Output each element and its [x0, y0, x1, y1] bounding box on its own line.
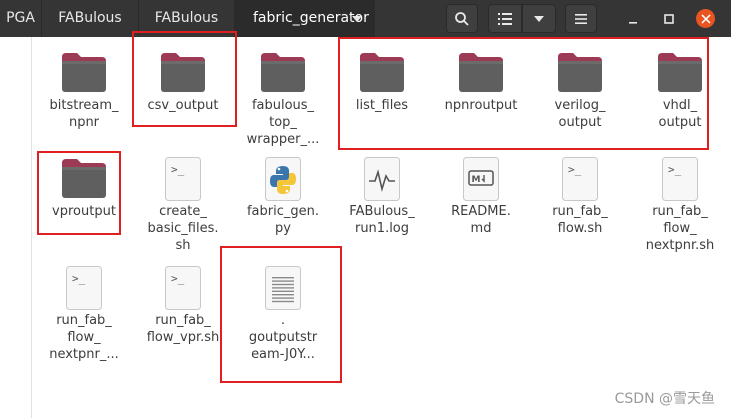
file-item-label: FABulous_ run1.log: [349, 204, 415, 236]
file-item-label: vproutput: [52, 204, 116, 219]
terminal-script-icon: >_: [164, 265, 202, 315]
file-item-label: list_files: [355, 98, 409, 113]
folder-icon: [656, 51, 704, 97]
python-file-icon: [264, 156, 302, 206]
file-item[interactable]: . goutputstr eam-J0Y...: [233, 266, 333, 366]
breadcrumb-item-3[interactable]: FABulous: [139, 0, 235, 37]
file-item[interactable]: npnroutput: [431, 51, 531, 151]
chevron-down-icon[interactable]: [352, 16, 362, 22]
terminal-script-icon: >_: [65, 265, 103, 315]
breadcrumb-item-2[interactable]: FABulous: [42, 0, 139, 37]
folder-icon: [60, 51, 108, 97]
breadcrumb-item-1[interactable]: PGA: [0, 0, 42, 37]
folder-icon: [60, 157, 108, 203]
list-view-icon: [498, 12, 512, 25]
file-item[interactable]: fabulous_ top_ wrapper_...: [233, 51, 333, 151]
minimize-button[interactable]: [618, 0, 648, 37]
folder-icon: [259, 51, 307, 97]
breadcrumb-label: FABulous: [154, 10, 219, 26]
svg-text:>_: >_: [668, 163, 682, 176]
list-view-button[interactable]: [488, 4, 522, 33]
terminal-script-icon: >_: [561, 156, 599, 206]
file-item-label: . goutputstr eam-J0Y...: [248, 313, 318, 362]
file-item-label: vhdl_ output: [658, 98, 702, 130]
file-item-label: npnroutput: [444, 98, 518, 113]
breadcrumb-current[interactable]: fabric_generator: [235, 0, 375, 37]
close-button[interactable]: [690, 0, 724, 37]
file-item[interactable]: >_ run_fab_ flow_vpr.sh: [133, 266, 233, 366]
search-button[interactable]: [446, 4, 478, 33]
file-item[interactable]: >_ run_fab_ flow_ nextpnr_...: [34, 266, 134, 366]
folder-icon: [457, 51, 505, 97]
svg-text:M: M: [472, 175, 481, 185]
file-item[interactable]: vproutput: [34, 157, 134, 257]
file-item-label: fabulous_ top_ wrapper_...: [246, 98, 320, 147]
sidebar-divider: [31, 37, 32, 418]
terminal-script-icon: >_: [661, 156, 699, 206]
svg-text:>_: >_: [171, 272, 185, 285]
view-options-button[interactable]: [522, 4, 556, 33]
text-file-icon: [264, 265, 302, 315]
file-item-label: README. md: [451, 204, 511, 236]
file-item-label: create_ basic_files. sh: [147, 204, 219, 253]
file-item-label: run_fab_ flow_ nextpnr.sh: [645, 204, 715, 253]
file-item-label: run_fab_ flow.sh: [552, 204, 608, 236]
maximize-icon: [664, 13, 674, 24]
folder-icon: [358, 51, 406, 97]
file-item[interactable]: list_files: [332, 51, 432, 151]
svg-text:>_: >_: [568, 163, 582, 176]
minimize-icon: [629, 21, 637, 24]
file-item-label: bitstream_ npnr: [49, 98, 119, 130]
file-item[interactable]: FABulous_ run1.log: [332, 157, 432, 257]
breadcrumb-label: PGA: [6, 10, 35, 26]
file-item[interactable]: >_ create_ basic_files. sh: [133, 157, 233, 257]
watermark: CSDN @雪天鱼: [614, 391, 715, 407]
file-item-label: run_fab_ flow_vpr.sh: [146, 313, 220, 345]
file-item[interactable]: fabric_gen. py: [233, 157, 333, 257]
file-item-label: fabric_gen. py: [246, 204, 320, 236]
file-item[interactable]: vhdl_ output: [630, 51, 730, 151]
file-item[interactable]: verilog_ output: [530, 51, 630, 151]
file-item[interactable]: >_ run_fab_ flow_ nextpnr.sh: [630, 157, 730, 257]
file-item-label: csv_output: [147, 98, 219, 113]
terminal-script-icon: >_: [164, 156, 202, 206]
file-item[interactable]: M README. md: [431, 157, 531, 257]
file-item-label: run_fab_ flow_ nextpnr_...: [49, 313, 119, 362]
header-bar: PGA FABulous FABulous fabric_generator: [0, 0, 731, 37]
menu-button[interactable]: [565, 4, 597, 33]
hamburger-menu-icon: [575, 13, 587, 24]
close-icon: [701, 14, 710, 23]
folder-icon: [556, 51, 604, 97]
file-item[interactable]: bitstream_ npnr: [34, 51, 134, 151]
svg-text:>_: >_: [72, 272, 86, 285]
file-item-label: verilog_ output: [554, 98, 606, 130]
chevron-down-icon: [534, 15, 544, 22]
file-item[interactable]: >_ run_fab_ flow.sh: [530, 157, 630, 257]
maximize-button[interactable]: [654, 0, 684, 37]
svg-text:>_: >_: [171, 163, 185, 176]
breadcrumb-label: FABulous: [58, 10, 122, 26]
search-icon: [455, 11, 469, 26]
markdown-file-icon: M: [462, 156, 500, 206]
file-item[interactable]: csv_output: [133, 51, 233, 151]
log-file-icon: [363, 156, 401, 206]
folder-icon: [159, 51, 207, 97]
